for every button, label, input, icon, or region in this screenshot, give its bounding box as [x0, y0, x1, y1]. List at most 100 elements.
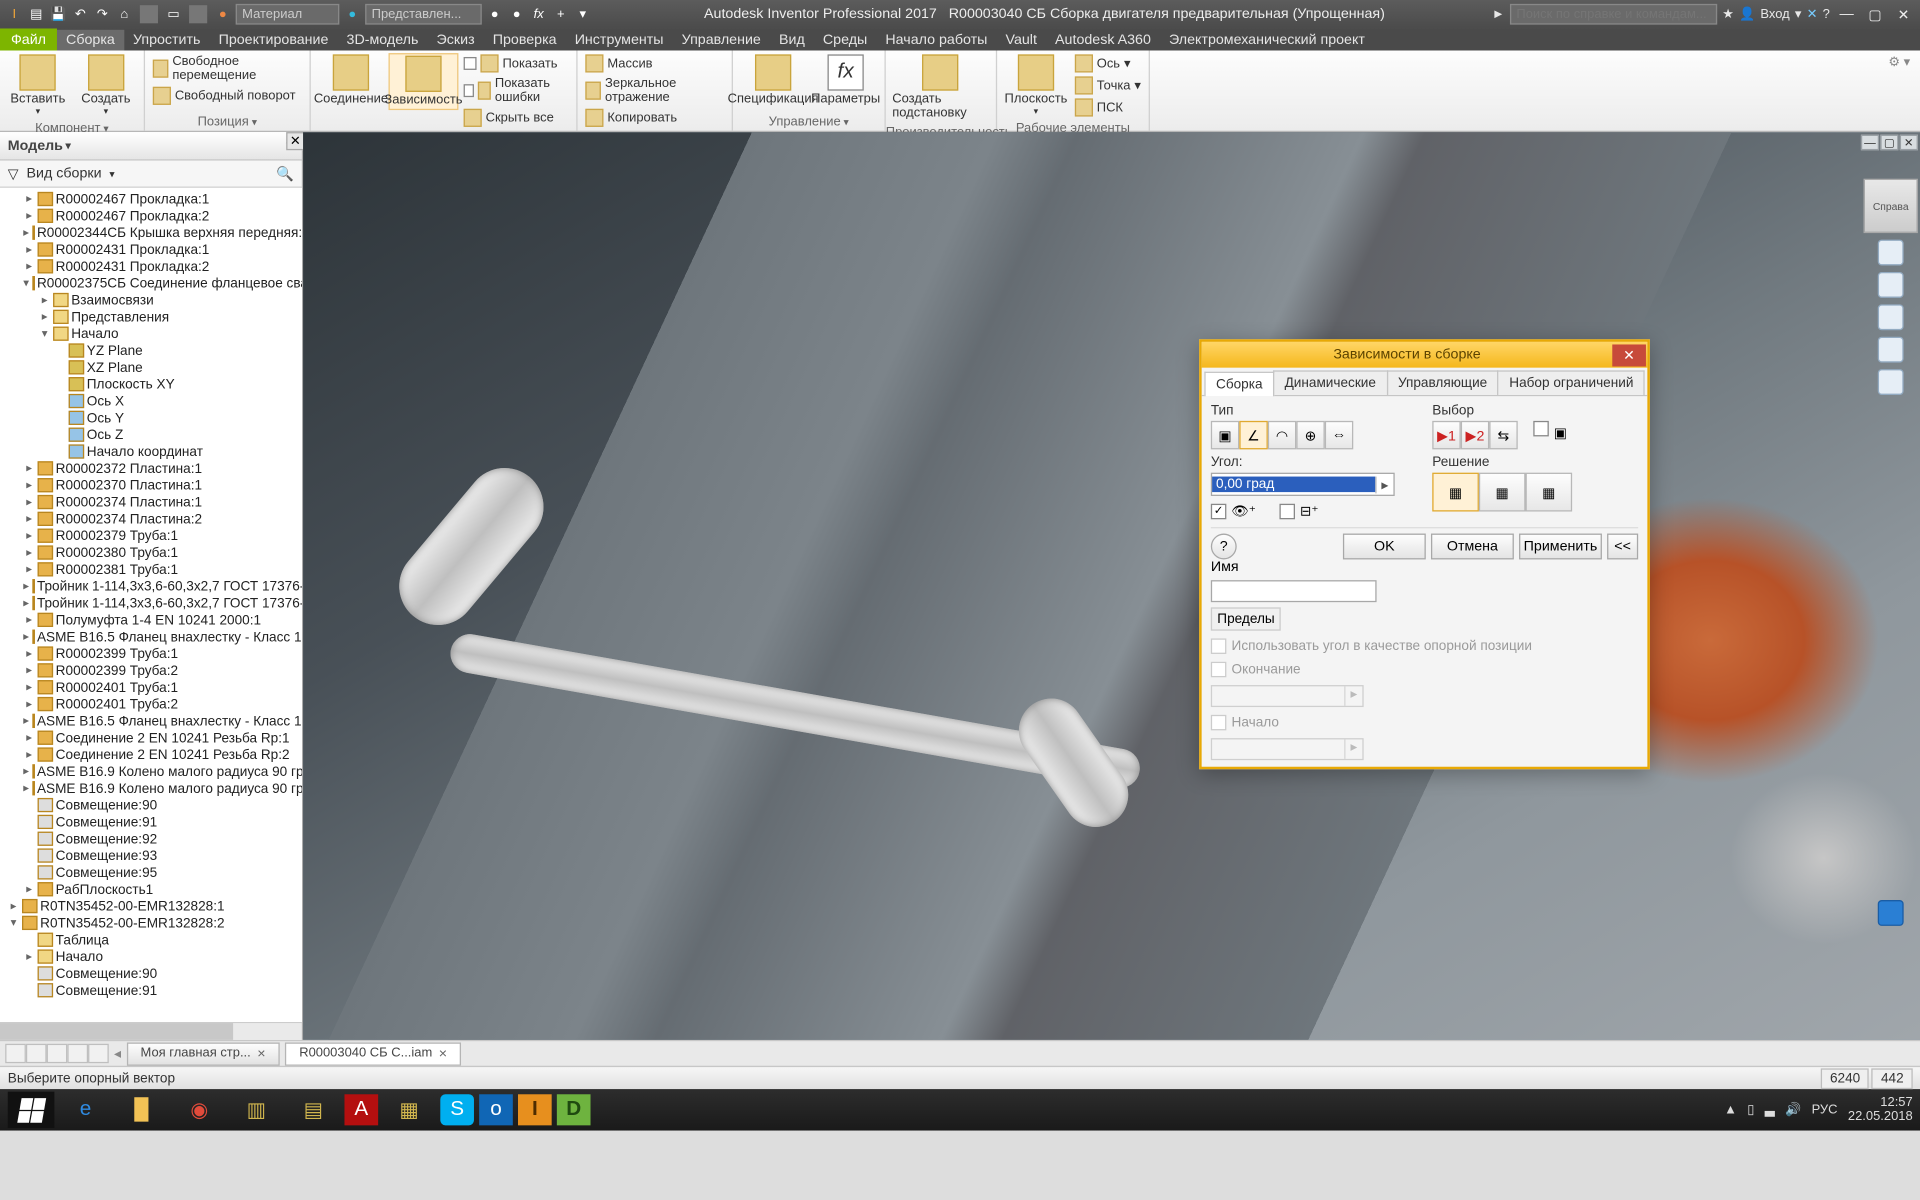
tray-up-icon[interactable]: ▲ — [1724, 1103, 1737, 1117]
system-tray[interactable]: ▲ ▯ ▃ 🔊 РУС 12:5722.05.2018 — [1724, 1096, 1913, 1124]
show-errors-button[interactable]: Показать ошибки — [461, 75, 571, 106]
tree-node[interactable]: ▸Представления — [3, 308, 302, 325]
tree-node[interactable]: Совмещение:93 — [3, 847, 302, 864]
maximize-button[interactable]: ▢ — [1864, 4, 1887, 25]
tree-node[interactable]: ▸R00002467 Прокладка:2 — [3, 207, 302, 224]
menu-3D-модель[interactable]: 3D-модель — [337, 29, 427, 50]
menu-Управление[interactable]: Управление — [673, 29, 770, 50]
nav-home-icon[interactable] — [1878, 240, 1904, 266]
pick-second-icon[interactable]: ▶2 — [1461, 421, 1489, 449]
nav-look-icon[interactable] — [1878, 369, 1904, 395]
tree-node[interactable]: ▸Полумуфта 1-4 EN 10241 2000:1 — [3, 611, 302, 628]
angle-input[interactable]: 0,00 град▸ — [1211, 473, 1395, 496]
taskbar-chrome-icon[interactable]: ◉ — [174, 1092, 226, 1128]
point-button[interactable]: Точка ▾ — [1072, 75, 1143, 96]
assembly-view-dropdown[interactable]: Вид сборки — [27, 166, 102, 182]
view-mode-3[interactable] — [47, 1044, 68, 1063]
create-button[interactable]: Создать▾ — [73, 53, 138, 118]
vp-min-icon[interactable]: — — [1861, 135, 1879, 151]
tree-node[interactable]: ▸R00002344СБ Крышка верхняя передняя:1 — [3, 224, 302, 241]
free-move-button[interactable]: Свободное перемещение — [150, 53, 304, 84]
tree-node[interactable]: ▸R00002399 Труба:2 — [3, 662, 302, 679]
tree-node[interactable]: ▸R00002381 Труба:1 — [3, 561, 302, 578]
menu-Электромеханический проект[interactable]: Электромеханический проект — [1160, 29, 1374, 50]
solution-2-icon[interactable]: ▦ — [1479, 473, 1526, 512]
tree-node[interactable]: ▸R00002401 Труба:2 — [3, 695, 302, 712]
solution-1-icon[interactable]: ▦ — [1432, 473, 1479, 512]
find-icon[interactable]: 🔍 — [276, 165, 294, 182]
taskbar-notes-icon[interactable]: ▦ — [383, 1092, 435, 1128]
tree-node[interactable]: Ось Y — [3, 409, 302, 426]
view-mode-5[interactable] — [88, 1044, 109, 1063]
help-icon[interactable]: ? — [1823, 7, 1830, 21]
pick-first-icon[interactable]: ▶1 — [1432, 421, 1460, 449]
menu-Autodesk A360[interactable]: Autodesk A360 — [1046, 29, 1160, 50]
qat-extra1-icon[interactable]: ● — [486, 5, 504, 23]
dialog-tab-0[interactable]: Сборка — [1204, 372, 1274, 397]
tree-node[interactable]: ▾Начало — [3, 325, 302, 342]
nav-pan-icon[interactable] — [1878, 304, 1904, 330]
taskbar-app1-icon[interactable]: ▥ — [231, 1092, 283, 1128]
vp-close-icon[interactable]: ✕ — [1900, 135, 1918, 151]
tree-node[interactable]: ▸R00002380 Труба:1 — [3, 544, 302, 561]
hide-all-button[interactable]: Скрыть все — [461, 107, 571, 128]
qat-extra2-icon[interactable]: ● — [508, 5, 526, 23]
signin-icon[interactable]: 👤 — [1739, 7, 1755, 21]
taskbar-explorer-icon[interactable]: ▉ — [117, 1092, 169, 1128]
tree-node[interactable]: XZ Plane — [3, 359, 302, 376]
view-mode-4[interactable] — [67, 1044, 88, 1063]
create-substitute-button[interactable]: Создать подстановку — [891, 53, 989, 122]
tree-node[interactable]: YZ Plane — [3, 342, 302, 359]
ribbon-options-icon[interactable]: ⚙ ▾ — [1888, 56, 1910, 70]
taskbar-skype-icon[interactable]: S — [440, 1094, 474, 1125]
menu-Упростить[interactable]: Упростить — [124, 29, 210, 50]
tree-node[interactable]: Начало координат — [3, 443, 302, 460]
tree-node[interactable]: ▸Тройник 1-114,3x3,6-60,3x2,7 ГОСТ 17376… — [3, 578, 302, 595]
limits-header[interactable]: Пределы — [1211, 607, 1281, 630]
file-tab[interactable]: Файл — [0, 28, 57, 50]
type-angle-icon[interactable]: ∠ — [1239, 421, 1267, 449]
tree-node[interactable]: Совмещение:91 — [3, 813, 302, 830]
tree-node[interactable]: ▸Соединение 2 EN 10241 Резьба Rp:2 — [3, 746, 302, 763]
tree-node[interactable]: Совмещение:90 — [3, 965, 302, 982]
taskbar-d-icon[interactable]: D — [557, 1094, 591, 1125]
tray-time[interactable]: 12:57 — [1848, 1096, 1913, 1110]
copy-button[interactable]: Копировать — [583, 107, 727, 128]
dialog-help-button[interactable]: ? — [1211, 534, 1237, 560]
viewcube[interactable]: Справа — [1864, 179, 1918, 233]
tree-node[interactable]: ▸R00002431 Прокладка:1 — [3, 241, 302, 258]
tree-node[interactable]: ▸R0TN35452-00-EMR132828:1 — [3, 897, 302, 914]
tree-node[interactable]: ▸ASME B16.5 Фланец внахлестку - Класс 15… — [3, 628, 302, 645]
pick-chain-check[interactable] — [1533, 421, 1549, 437]
qat-material-icon[interactable]: ● — [214, 5, 232, 23]
menu-Сборка[interactable]: Сборка — [57, 29, 124, 50]
tree-node[interactable]: ▸R00002374 Пластина:2 — [3, 510, 302, 527]
appearance-dropdown[interactable] — [365, 4, 482, 25]
tab-document[interactable]: R00003040 СБ С...iam× — [285, 1042, 461, 1065]
qat-redo-icon[interactable]: ↷ — [93, 5, 111, 23]
apply-button[interactable]: Применить — [1519, 534, 1602, 560]
tree-node[interactable]: ▸R00002399 Труба:1 — [3, 645, 302, 662]
tree-node[interactable]: ▸R00002379 Труба:1 — [3, 527, 302, 544]
name-input[interactable] — [1211, 580, 1377, 602]
signin-label[interactable]: Вход — [1760, 7, 1789, 21]
tray-date[interactable]: 22.05.2018 — [1848, 1110, 1913, 1124]
solution-3-icon[interactable]: ▦ — [1526, 473, 1573, 512]
close-button[interactable]: ✕ — [1892, 4, 1915, 25]
menu-Среды[interactable]: Среды — [814, 29, 877, 50]
start-button[interactable] — [8, 1092, 55, 1128]
tray-vol-icon[interactable]: 🔊 — [1785, 1103, 1801, 1117]
menu-Вид[interactable]: Вид — [770, 29, 814, 50]
menu-Проектирование[interactable]: Проектирование — [210, 29, 338, 50]
search-icon[interactable]: ► — [1492, 7, 1505, 21]
pattern-button[interactable]: Массив — [583, 53, 727, 74]
qat-undo-icon[interactable]: ↶ — [71, 5, 89, 23]
view-mode-1[interactable] — [5, 1044, 26, 1063]
tray-flag-icon[interactable]: ▯ — [1747, 1103, 1754, 1117]
bom-button[interactable]: Спецификация — [738, 53, 808, 107]
less-button[interactable]: << — [1607, 534, 1638, 560]
tree-node[interactable]: ▸Взаимосвязи — [3, 291, 302, 308]
tree-node[interactable]: ▸Начало — [3, 948, 302, 965]
tree-node[interactable]: ▸R00002431 Прокладка:2 — [3, 258, 302, 275]
taskbar-inventor-icon[interactable]: I — [518, 1094, 552, 1125]
